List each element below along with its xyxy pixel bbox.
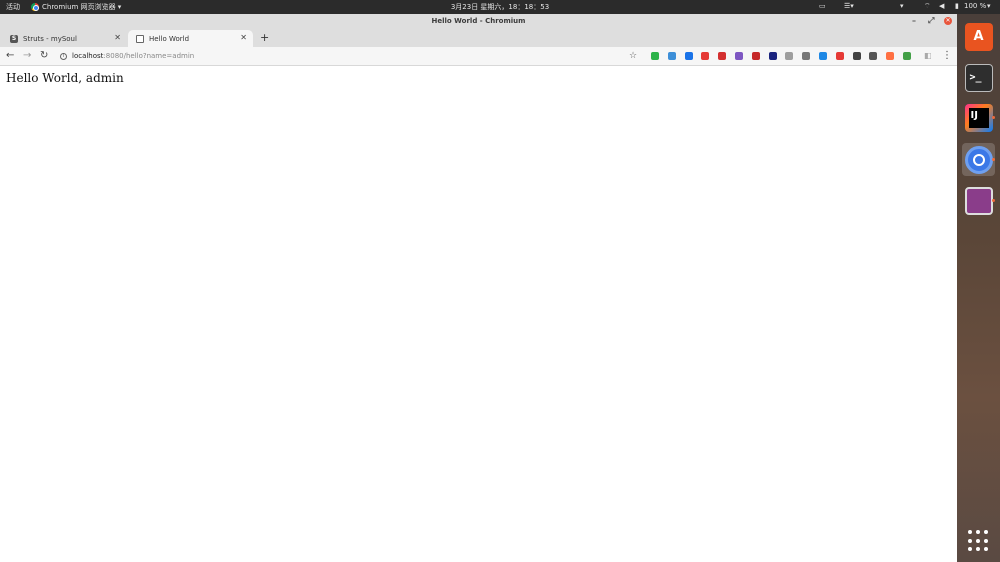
gray-box-ext-icon[interactable]	[785, 52, 794, 60]
dock-intellij[interactable]: IJ	[962, 101, 995, 134]
red-circle-ext-icon[interactable]	[718, 52, 727, 60]
badge-ext-icon[interactable]	[835, 52, 844, 60]
wifi-icon[interactable]: ⌔	[924, 2, 931, 11]
close-window-icon[interactable]: ✕	[944, 17, 952, 25]
page-content: Hello World, admin	[0, 67, 957, 562]
orange-x-ext-icon[interactable]	[886, 52, 895, 60]
red-pin-ext-icon[interactable]	[701, 52, 710, 60]
running-indicator	[992, 158, 995, 161]
new-tab-button[interactable]: +	[260, 31, 269, 45]
close-tab-icon[interactable]: ✕	[240, 33, 247, 42]
gear-ext-icon[interactable]	[869, 52, 878, 60]
intellij-icon: IJ	[964, 103, 993, 132]
dock: A >_ IJ	[957, 14, 1000, 562]
greeting-text: Hello World, admin	[6, 71, 124, 85]
battery-percent[interactable]: 100 %	[964, 2, 986, 10]
volume-icon[interactable]: ◀	[939, 2, 944, 10]
browser-window: Hello World - Chromium – ⤢ ✕ S Struts - …	[0, 14, 957, 562]
back-icon[interactable]: ←	[6, 49, 14, 63]
url-path: :8080/hello?name=admin	[103, 52, 195, 60]
tab-hello-world[interactable]: Hello World ✕	[128, 30, 253, 47]
dock-remote-desktop[interactable]	[962, 184, 995, 217]
bookmark-star-icon[interactable]: ☆	[629, 50, 637, 63]
s-icon: S	[10, 34, 18, 43]
system-top-bar: 活动 Chromium 网页浏览器 ▾ 3月23日 星期六，18：18：53 ▭…	[0, 0, 1000, 14]
clock[interactable]: 3月23日 星期六，18：18：53	[451, 3, 549, 11]
p-blue-ext-icon[interactable]	[819, 52, 827, 60]
address-bar[interactable]: i localhost:8080/hello?name=admin	[60, 50, 194, 63]
activities-button[interactable]: 活动	[6, 2, 20, 12]
page-icon	[136, 34, 144, 43]
chromium-icon	[31, 3, 39, 11]
keyboard-icon[interactable]: ▭	[819, 2, 826, 10]
dropdown-icon[interactable]: ▾	[900, 2, 904, 10]
show-applications-icon[interactable]	[968, 530, 990, 552]
window-title: Hello World - Chromium	[431, 17, 526, 25]
window-titlebar[interactable]: Hello World - Chromium – ⤢ ✕	[0, 14, 957, 28]
letter-a-ext-icon[interactable]	[802, 52, 811, 60]
app-menu-label: Chromium 网页浏览器 ▾	[42, 3, 122, 11]
dock-terminal[interactable]: >_	[962, 61, 995, 94]
url-host: localhost	[72, 52, 104, 60]
info-icon[interactable]: i	[60, 53, 67, 60]
minimize-icon[interactable]: –	[912, 16, 916, 26]
dock-software-store[interactable]: A	[962, 20, 995, 53]
running-indicator	[992, 116, 995, 119]
red-square-ext-icon[interactable]	[751, 52, 760, 60]
menu-icon[interactable]: ⋮	[942, 49, 952, 63]
software-store-icon: A	[964, 22, 993, 51]
system-menu-icon[interactable]: ▾	[987, 2, 991, 10]
terminal-icon: >_	[964, 63, 993, 92]
tab-title: Hello World	[149, 34, 190, 43]
tab-struts[interactable]: S Struts - mySoul ✕	[2, 30, 127, 47]
purple-ext-icon[interactable]	[735, 52, 743, 60]
colorful-ext-icon[interactable]	[903, 52, 911, 60]
tab-title: Struts - mySoul	[23, 34, 77, 43]
forward-icon[interactable]: →	[23, 49, 31, 63]
tab-strip: S Struts - mySoul ✕ Hello World ✕ +	[0, 28, 957, 47]
running-indicator	[992, 199, 995, 202]
app-menu[interactable]: Chromium 网页浏览器 ▾	[31, 2, 121, 12]
dark-square-ext-icon[interactable]	[852, 52, 861, 60]
input-method-icon[interactable]: ☰▾	[844, 2, 854, 10]
close-tab-icon[interactable]: ✕	[114, 33, 121, 42]
maximize-icon[interactable]: ⤢	[928, 16, 934, 26]
sync-ext-icon[interactable]	[667, 52, 676, 60]
browser-toolbar: ← → ↻ i localhost:8080/hello?name=admin …	[0, 47, 957, 66]
remote-desktop-icon	[964, 186, 993, 215]
help-ext-icon[interactable]	[684, 52, 693, 60]
dock-chromium[interactable]	[962, 143, 995, 176]
dark-blue-ext-icon[interactable]	[768, 52, 777, 60]
battery-icon[interactable]: ▮	[955, 2, 959, 10]
chromium-icon	[964, 145, 993, 174]
shield-ext-icon[interactable]	[651, 52, 659, 60]
profile-icon[interactable]: ◧	[924, 49, 932, 63]
reload-icon[interactable]: ↻	[40, 49, 48, 63]
